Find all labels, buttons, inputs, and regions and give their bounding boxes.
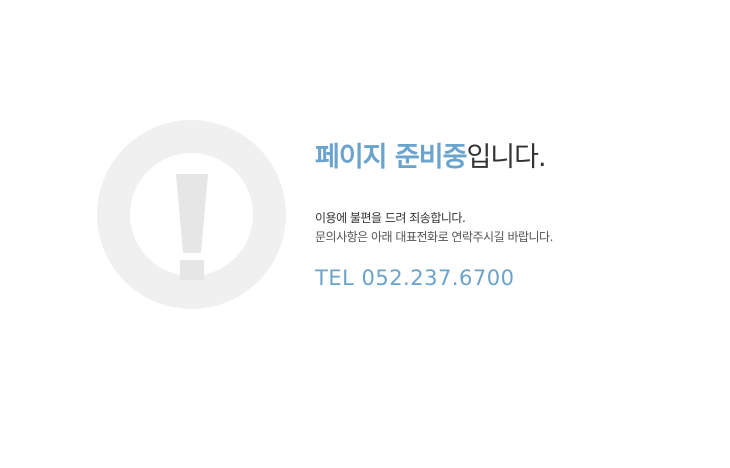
exclamation-circle-icon (97, 120, 286, 309)
phone-number: TEL 052.237.6700 (315, 266, 515, 290)
page-title-accent: 페이지 준비중 (315, 142, 467, 173)
preparing-page: 페이지 준비중입니다. 이용에 불편을 드려 죄송합니다. 문의사항은 아래 대… (0, 0, 730, 468)
page-title: 페이지 준비중입니다. (315, 138, 715, 178)
notice-message: 이용에 불편을 드려 죄송합니다. 문의사항은 아래 대표전화로 연락주시길 바… (315, 209, 715, 247)
page-title-suffix: 입니다. (466, 142, 546, 173)
notice-content: 페이지 준비중입니다. 이용에 불편을 드려 죄송합니다. 문의사항은 아래 대… (315, 138, 715, 291)
apology-text: 이용에 불편을 드려 죄송합니다. (315, 211, 466, 225)
contact-instruction-text: 문의사항은 아래 대표전화로 연락주시길 바랍니다. (315, 230, 553, 244)
